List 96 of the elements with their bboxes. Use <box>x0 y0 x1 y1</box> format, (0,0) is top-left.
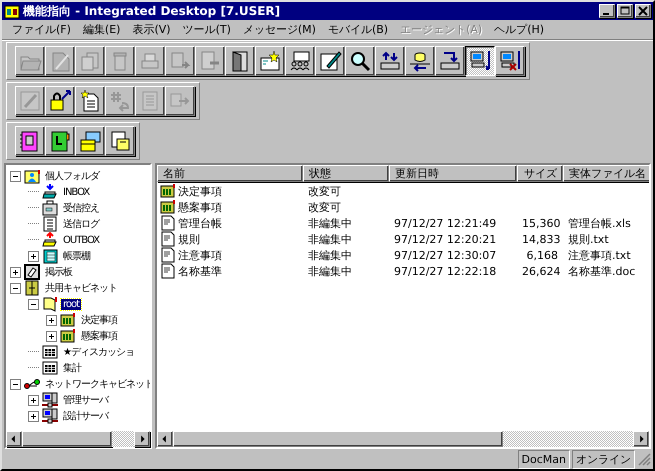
table-cell-text: 97/12/27 12:21:49 <box>393 216 498 230</box>
tree-item[interactable]: 個人フォルダ <box>43 169 101 183</box>
table-cell-text: 26,624 <box>521 264 562 278</box>
maximize-icon <box>617 4 633 18</box>
table-cell-text: 97/12/27 12:20:21 <box>393 232 498 246</box>
table-cell-text: 名称基準.doc <box>567 264 636 278</box>
briefcase-icon <box>42 200 58 216</box>
tree-item[interactable]: 決定事項 <box>79 313 119 327</box>
menu-item[interactable]: ヘルプ(H) <box>488 22 550 37</box>
table-cell-text: 14,833 <box>521 232 562 246</box>
tree-item[interactable]: 共用キャビネット <box>43 281 119 295</box>
close-icon <box>635 4 651 18</box>
tree-item[interactable]: INBOX <box>61 186 92 198</box>
bars-icon <box>160 183 176 199</box>
table-cell-text: 6,168 <box>526 248 559 262</box>
app-icon <box>4 3 20 19</box>
column-header[interactable]: 名前 <box>157 165 303 182</box>
column-header[interactable]: 更新日時 <box>389 165 517 182</box>
file-name[interactable]: 注意事項 <box>178 248 222 262</box>
table-cell-text: 管理台帳.xls <box>567 216 632 230</box>
file-name[interactable]: 管理台帳 <box>178 216 222 230</box>
arrows-icon <box>108 89 132 113</box>
bars-icon <box>160 199 176 215</box>
table-cell-text: 非編集中 <box>307 248 353 262</box>
column-header[interactable]: 状態 <box>303 165 389 182</box>
tree-item[interactable]: root <box>61 298 82 310</box>
table-cell-text: 97/12/27 12:30:07 <box>393 248 498 262</box>
tree-item[interactable]: 設計サーバ <box>61 409 110 423</box>
document-icon <box>160 215 176 231</box>
people-icon <box>288 49 312 73</box>
file-name[interactable]: 名称基準 <box>178 264 222 278</box>
pencil-icon <box>318 49 342 73</box>
board-icon <box>24 264 40 280</box>
menu-item[interactable]: 編集(E) <box>76 22 126 37</box>
file-name[interactable]: 懸案事項 <box>178 200 222 214</box>
menu-item[interactable]: 表示(V) <box>126 22 177 37</box>
table-cell-text: 注意事項.txt <box>567 248 632 262</box>
toolbar-button[interactable] <box>465 46 495 76</box>
table-cell-text: 15,360 <box>521 216 562 230</box>
tray-icon <box>42 232 58 248</box>
column-header[interactable]: サイズ <box>517 165 563 182</box>
lock-icon <box>48 89 72 113</box>
computer-icon <box>42 392 58 408</box>
file-name[interactable]: 決定事項 <box>178 184 222 198</box>
bars-icon <box>60 312 76 328</box>
window-title: 機能指向 - Integrated Desktop [7.USER] <box>23 2 282 20</box>
menu-item[interactable]: ツール(T) <box>176 22 237 37</box>
tree-item[interactable]: ★ディスカッショ <box>61 345 136 359</box>
table-cell-text: 97/12/27 12:22:18 <box>393 264 498 278</box>
binder-icon <box>42 248 58 264</box>
tray-icon <box>42 184 58 200</box>
computer-icon <box>498 49 522 73</box>
status-text: オンライン <box>572 450 635 468</box>
search-icon <box>348 49 372 73</box>
scrollbar-thumb[interactable] <box>173 431 503 447</box>
tree-item[interactable]: 送信ログ <box>61 217 101 231</box>
table-cell-text: 改変可 <box>307 200 342 214</box>
scrollbar-thumb[interactable] <box>22 431 112 447</box>
table-cell-text: 非編集中 <box>307 216 353 230</box>
document-icon <box>160 263 176 279</box>
folder-icon <box>42 296 58 312</box>
grid-icon <box>42 360 58 376</box>
horizontal-scrollbar[interactable] <box>6 431 150 447</box>
tree-item[interactable]: 帳票棚 <box>61 249 92 263</box>
minimize-icon <box>599 4 615 18</box>
tree-item[interactable]: 管理サーバ <box>61 393 110 407</box>
person-icon <box>24 168 40 184</box>
envelope-icon <box>258 49 282 73</box>
computer-icon <box>42 408 58 424</box>
tree-item[interactable]: 集計 <box>61 361 83 375</box>
tree-item[interactable]: 受信控え <box>61 201 101 215</box>
card-icon <box>78 129 102 153</box>
network-icon <box>24 376 40 392</box>
cabinet-icon <box>24 280 40 296</box>
bars-icon <box>60 328 76 344</box>
list-icon <box>42 216 58 232</box>
table-cell-text: 改変可 <box>307 184 342 198</box>
menu-item[interactable]: モバイル(B) <box>322 22 394 37</box>
file-name[interactable]: 規則 <box>178 232 200 246</box>
document-icon <box>160 247 176 263</box>
menu-item[interactable]: メッセージ(M) <box>236 22 322 37</box>
status-text: DocMan <box>518 450 570 468</box>
table-cell-text: 規則.txt <box>567 232 610 246</box>
computer-icon <box>468 49 492 73</box>
horizontal-scrollbar[interactable] <box>157 431 649 447</box>
grid-icon <box>42 344 58 360</box>
menu-item[interactable]: ファイル(F) <box>6 22 77 37</box>
pencil-icon <box>18 89 42 113</box>
tree-item[interactable]: 懸案事項 <box>79 329 119 343</box>
tree-item[interactable]: 掲示板 <box>43 265 74 279</box>
tree-item[interactable]: OUTBOX <box>61 234 102 246</box>
column-header[interactable]: 実体ファイル名 <box>563 165 649 182</box>
document-icon <box>160 231 176 247</box>
table-cell-text: 非編集中 <box>307 232 353 246</box>
table-cell-text: 非編集中 <box>307 264 353 278</box>
resize-grip-icon <box>637 452 651 466</box>
